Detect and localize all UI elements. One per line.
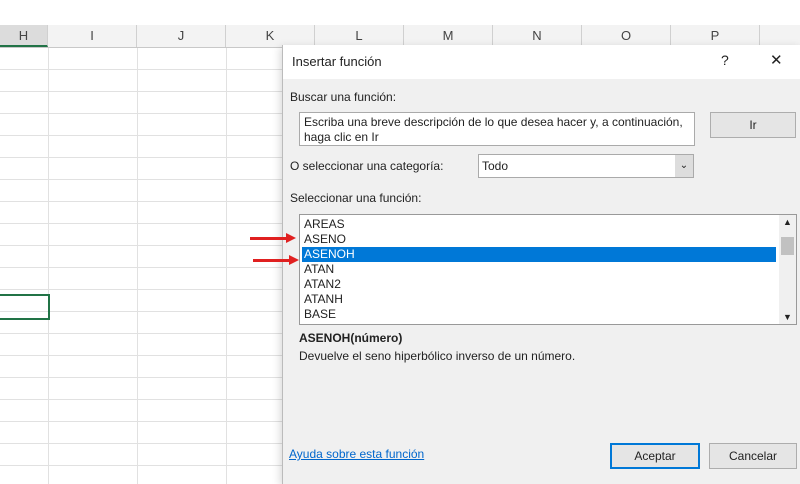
- list-item[interactable]: ATAN: [304, 262, 334, 277]
- scroll-down-icon[interactable]: ▼: [779, 312, 796, 322]
- search-input[interactable]: Escriba una breve descripción de lo que …: [299, 112, 695, 146]
- column-header-h[interactable]: H: [0, 25, 48, 47]
- list-scrollbar[interactable]: ▲ ▼: [779, 215, 796, 324]
- column-header-j[interactable]: J: [137, 25, 226, 47]
- chevron-down-icon[interactable]: ⌄: [675, 155, 693, 177]
- search-label: Buscar una función:: [290, 90, 397, 104]
- list-item[interactable]: ATAN2: [304, 277, 341, 292]
- category-value: Todo: [482, 159, 509, 173]
- list-item[interactable]: BASE: [304, 307, 336, 322]
- list-item[interactable]: ASENO: [304, 232, 346, 247]
- function-description: Devuelve el seno hiperbólico inverso de …: [299, 349, 576, 363]
- insert-function-dialog: Insertar función ? ✕ Buscar una función:…: [282, 45, 800, 484]
- close-icon[interactable]: ✕: [770, 51, 783, 69]
- cancel-button[interactable]: Cancelar: [709, 443, 797, 469]
- column-header-m[interactable]: M: [404, 25, 493, 47]
- list-item[interactable]: ATANH: [304, 292, 343, 307]
- category-select[interactable]: Todo ⌄: [478, 154, 694, 178]
- scroll-up-icon[interactable]: ▲: [779, 217, 796, 227]
- column-header-k[interactable]: K: [226, 25, 315, 47]
- ok-button[interactable]: Aceptar: [610, 443, 700, 469]
- function-signature: ASENOH(número): [299, 331, 403, 345]
- column-header-l[interactable]: L: [315, 25, 404, 47]
- column-header-n[interactable]: N: [493, 25, 582, 47]
- column-header-i[interactable]: I: [48, 25, 137, 47]
- list-item-selected[interactable]: ASENOH: [302, 247, 776, 262]
- annotation-arrow-icon: [250, 233, 296, 243]
- scroll-thumb[interactable]: [781, 237, 794, 255]
- category-label: O seleccionar una categoría:: [290, 159, 444, 173]
- active-cell[interactable]: [0, 294, 50, 320]
- column-header-p[interactable]: P: [671, 25, 760, 47]
- annotation-arrow-icon: [253, 255, 299, 265]
- column-header-o[interactable]: O: [582, 25, 671, 47]
- function-label: Seleccionar una función:: [290, 191, 422, 205]
- help-link[interactable]: Ayuda sobre esta función: [289, 447, 424, 461]
- go-button[interactable]: Ir: [710, 112, 796, 138]
- dialog-title: Insertar función: [292, 54, 382, 69]
- function-list[interactable]: AREAS ASENO ASENOH ATAN ATAN2 ATANH BASE…: [299, 214, 797, 325]
- ribbon-area: [0, 0, 800, 26]
- help-button[interactable]: ?: [721, 52, 729, 68]
- list-item[interactable]: AREAS: [304, 217, 345, 232]
- dialog-titlebar: Insertar función ? ✕: [283, 45, 800, 79]
